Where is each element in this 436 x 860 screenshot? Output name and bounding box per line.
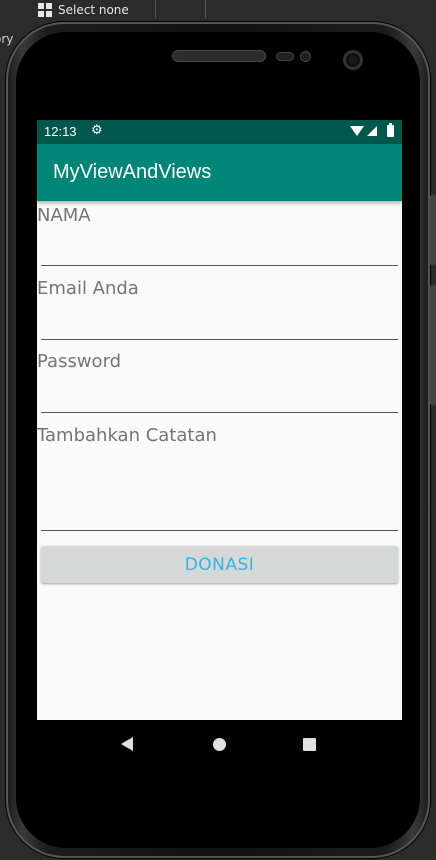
password-input[interactable] [41,412,398,413]
grid-icon [38,3,52,17]
back-icon[interactable] [121,737,133,751]
signal-icon [367,126,377,136]
email-input[interactable] [41,339,398,340]
app-screen: 12:13 ⚙ MyViewAndViews NAMA Email Anda P… [37,120,402,720]
select-none-label: Select none [58,3,129,17]
password-hint[interactable]: Password [37,351,121,372]
email-hint[interactable]: Email Anda [37,278,139,299]
wifi-icon [350,126,364,136]
earpiece-speaker [172,50,266,62]
power-button[interactable] [430,195,436,265]
donate-button[interactable]: DONASI [41,546,398,583]
app-bar: MyViewAndViews [37,144,402,201]
select-none-button[interactable]: Select none [38,0,129,20]
light-sensor [300,51,311,62]
nama-hint[interactable]: NAMA [37,205,91,226]
toolbar-divider [155,0,156,18]
battery-icon [387,123,394,137]
status-time: 12:13 [44,124,77,139]
proximity-sensor [276,52,294,61]
toolbar-divider [205,0,206,18]
app-title: MyViewAndViews [53,161,212,183]
volume-button[interactable] [430,285,436,405]
notes-input[interactable] [41,530,398,531]
ide-side-label: ory [0,32,14,46]
status-bar: 12:13 ⚙ [37,120,402,144]
nama-input[interactable] [41,265,398,266]
home-icon[interactable] [213,738,226,751]
notes-hint[interactable]: Tambahkan Catatan [37,425,217,446]
gear-icon: ⚙ [91,123,103,138]
front-camera [343,50,363,70]
navigation-bar [37,720,402,768]
recent-apps-icon[interactable] [303,738,316,751]
